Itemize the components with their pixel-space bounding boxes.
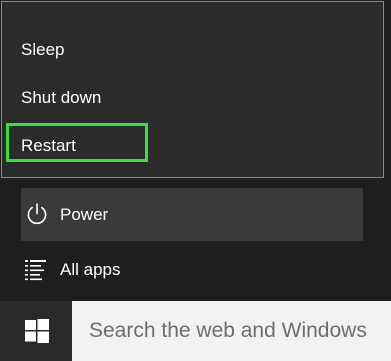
start-menu: Sleep Shut down Restart Power All apps [0,0,391,301]
shut-down-option[interactable]: Shut down [2,74,383,122]
start-button[interactable] [0,301,72,361]
power-button[interactable]: Power [21,188,363,241]
power-icon [27,203,47,225]
all-apps-label: All apps [60,260,121,279]
list-icon [25,260,46,281]
power-options-flyout: Sleep Shut down Restart [1,1,384,178]
search-input[interactable] [72,301,391,361]
taskbar [0,301,391,361]
sleep-option[interactable]: Sleep [2,26,383,74]
power-label: Power [60,205,109,224]
restart-option[interactable]: Restart [2,122,383,170]
all-apps-button[interactable]: All apps [21,250,363,290]
windows-logo-icon [25,319,49,343]
